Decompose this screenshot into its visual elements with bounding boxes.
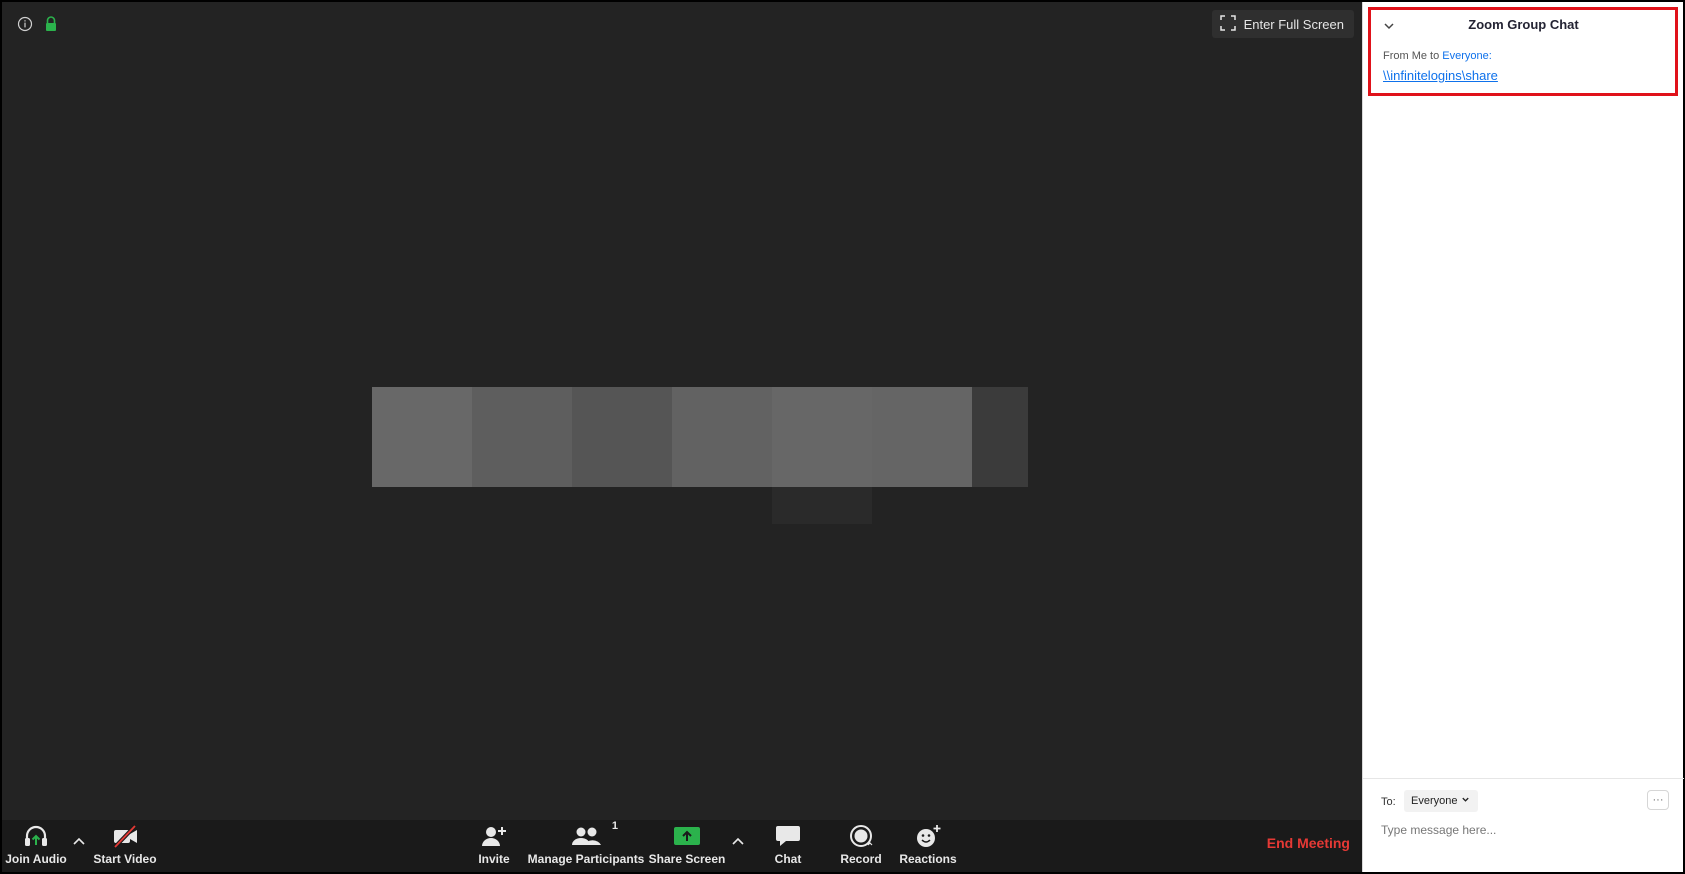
chat-label: Chat bbox=[774, 852, 802, 866]
meeting-view: Enter Full Screen Join Audio Start Video… bbox=[2, 2, 1362, 872]
recipient-select[interactable]: Everyone bbox=[1404, 790, 1479, 812]
audio-options-caret-icon[interactable] bbox=[71, 834, 87, 850]
invite-label: Invite bbox=[478, 852, 510, 866]
redacted-participant-name bbox=[372, 387, 1028, 524]
start-video-button[interactable]: Start Video bbox=[92, 822, 158, 872]
join-audio-label: Join Audio bbox=[5, 852, 67, 866]
info-icon[interactable] bbox=[16, 15, 34, 33]
message-meta: From Me to Everyone: bbox=[1383, 50, 1492, 62]
reactions-button[interactable]: Reactions bbox=[899, 822, 957, 872]
message-recipient[interactable]: Everyone: bbox=[1442, 50, 1492, 62]
recipient-select-value: Everyone bbox=[1411, 795, 1458, 807]
enter-full-screen-button[interactable]: Enter Full Screen bbox=[1211, 10, 1354, 38]
composer-divider bbox=[1363, 778, 1684, 779]
message-input[interactable] bbox=[1379, 817, 1668, 843]
join-audio-button[interactable]: Join Audio bbox=[4, 822, 68, 872]
chevron-down-icon bbox=[1461, 795, 1470, 807]
end-meeting-button[interactable]: End Meeting bbox=[1267, 835, 1350, 851]
chat-title: Zoom Group Chat bbox=[1468, 17, 1579, 32]
message-link[interactable]: \\infinitelogins\share bbox=[1383, 68, 1498, 83]
share-screen-button[interactable]: Share Screen bbox=[649, 822, 725, 872]
manage-participants-button[interactable]: 1 Manage Participants bbox=[527, 820, 645, 872]
message-from: From Me to bbox=[1383, 50, 1440, 62]
record-label: Record bbox=[840, 852, 882, 866]
chat-panel: Zoom Group Chat From Me to Everyone: \\i… bbox=[1362, 2, 1684, 872]
start-video-label: Start Video bbox=[93, 852, 157, 866]
share-screen-label: Share Screen bbox=[648, 852, 726, 866]
share-screen-icon bbox=[673, 822, 701, 850]
chat-button[interactable]: Chat bbox=[768, 822, 808, 872]
record-button[interactable]: Record bbox=[838, 822, 884, 872]
more-options-button[interactable]: ··· bbox=[1647, 790, 1669, 810]
lock-icon[interactable] bbox=[42, 15, 60, 33]
record-icon bbox=[847, 822, 875, 850]
manage-participants-label: Manage Participants bbox=[527, 852, 645, 866]
meeting-toolbar: Join Audio Start Video Invite 1 Manage P… bbox=[2, 820, 1362, 872]
chat-bubble-icon bbox=[774, 822, 802, 850]
to-label: To: bbox=[1381, 796, 1396, 808]
enter-full-screen-label: Enter Full Screen bbox=[1243, 16, 1344, 32]
zoom-window: Enter Full Screen Join Audio Start Video… bbox=[0, 0, 1685, 874]
video-off-icon bbox=[110, 822, 140, 850]
invite-button[interactable]: Invite bbox=[472, 822, 516, 872]
fullscreen-icon bbox=[1219, 14, 1236, 34]
emoji-plus-icon bbox=[914, 822, 942, 850]
participants-icon bbox=[570, 822, 602, 850]
add-user-icon bbox=[480, 822, 508, 850]
headphones-icon bbox=[22, 822, 50, 850]
reactions-label: Reactions bbox=[899, 852, 957, 866]
share-options-caret-icon[interactable] bbox=[730, 834, 746, 850]
participant-count-badge: 1 bbox=[611, 820, 618, 832]
